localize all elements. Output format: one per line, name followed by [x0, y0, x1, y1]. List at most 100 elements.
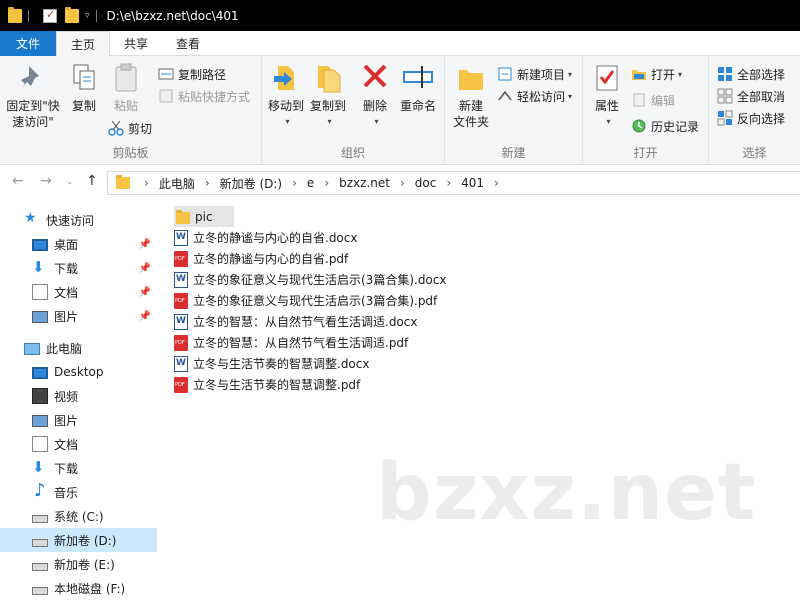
pin-quick-access-button[interactable]: 固定到"快速访问": [4, 62, 62, 130]
breadcrumb-separator[interactable]: ›: [400, 176, 405, 190]
address-row: ← → ⌄ ↑ › 此电脑 › 新加卷 (D:) › e › bzxz.net …: [0, 165, 800, 201]
nav-drive-c[interactable]: 系统 (C:): [0, 504, 157, 528]
nav-drive-d[interactable]: 新加卷 (D:): [0, 528, 157, 552]
back-arrow-icon[interactable]: ←: [12, 173, 24, 189]
select-all-button[interactable]: 全部选择: [717, 64, 785, 84]
breadcrumb-drive-d[interactable]: 新加卷 (D:): [220, 175, 282, 192]
list-item[interactable]: 立冬的智慧：从自然节气看生活调适.docx: [174, 311, 417, 332]
open-group-label: 打开: [633, 146, 658, 160]
nav-pictures[interactable]: 图片: [0, 408, 157, 432]
video-icon: [32, 388, 48, 404]
move-to-button[interactable]: 移动到 ▾: [266, 62, 306, 130]
list-item[interactable]: 立冬与生活节奏的智慧调整.pdf: [174, 374, 360, 395]
breadcrumb-separator[interactable]: ›: [205, 176, 210, 190]
easy-access-button[interactable]: 轻松访问 ▾: [497, 86, 572, 106]
rename-icon: [402, 62, 434, 94]
breadcrumb-this-pc[interactable]: 此电脑: [159, 175, 195, 192]
copy-path-button[interactable]: 复制路径: [158, 64, 226, 84]
list-item[interactable]: 立冬与生活节奏的智慧调整.docx: [174, 353, 369, 374]
breadcrumb-401[interactable]: 401: [461, 176, 484, 190]
tab-share[interactable]: 共享: [110, 31, 162, 56]
nav-quick-downloads[interactable]: 下载 📌: [0, 256, 157, 280]
nav-desktop[interactable]: Desktop: [0, 360, 157, 384]
breadcrumb-separator[interactable]: ›: [144, 176, 149, 190]
nav-quick-pictures[interactable]: 图片 📌: [0, 304, 157, 328]
new-group-label: 新建: [501, 146, 526, 160]
star-icon: [24, 210, 40, 228]
pin-icon: 📌: [138, 310, 151, 322]
properties-button[interactable]: 属性 ▾: [589, 62, 625, 130]
music-icon: [32, 480, 48, 501]
new-folder-button[interactable]: 新建 文件夹: [451, 62, 491, 130]
tab-file[interactable]: 文件: [0, 31, 56, 56]
download-icon: [32, 258, 48, 276]
rename-button[interactable]: 重命名: [396, 62, 440, 114]
address-bar[interactable]: › 此电脑 › 新加卷 (D:) › e › bzxz.net › doc › …: [107, 171, 800, 195]
paste-shortcut-button[interactable]: 粘贴快捷方式: [158, 86, 250, 106]
history-button[interactable]: 历史记录: [631, 116, 699, 136]
open-button[interactable]: 打开 ▾: [631, 64, 682, 84]
nav-this-pc[interactable]: 此电脑: [0, 336, 157, 360]
nav-quick-documents[interactable]: 文档 📌: [0, 280, 157, 304]
list-item[interactable]: 立冬的象征意义与现代生活启示(3篇合集).pdf: [174, 290, 437, 311]
nav-quick-desktop[interactable]: 桌面 📌: [0, 232, 157, 256]
copy-button[interactable]: 复制: [66, 62, 102, 114]
tab-home[interactable]: 主页: [56, 31, 111, 57]
invert-selection-button[interactable]: 反向选择: [717, 108, 785, 128]
select-none-button[interactable]: 全部取消: [717, 86, 785, 106]
list-item[interactable]: 立冬的智慧：从自然节气看生活调适.pdf: [174, 332, 408, 353]
folder-icon: [8, 6, 22, 23]
pictures-icon: [32, 415, 48, 427]
select-all-icon: [717, 66, 733, 82]
list-item[interactable]: 立冬的静谧与内心的自省.docx: [174, 227, 357, 248]
nav-music[interactable]: 音乐: [0, 480, 157, 504]
nav-drive-e[interactable]: 新加卷 (E:): [0, 552, 157, 576]
tab-view[interactable]: 查看: [162, 31, 214, 56]
breadcrumb-separator[interactable]: ›: [446, 176, 451, 190]
title-separator: [95, 9, 97, 22]
nav-documents[interactable]: 文档: [0, 432, 157, 456]
breadcrumb-separator[interactable]: ›: [494, 176, 499, 190]
drive-icon: [32, 587, 48, 595]
recent-locations-icon[interactable]: ⌄: [66, 177, 74, 187]
move-to-icon: [270, 62, 302, 94]
breadcrumb-separator[interactable]: ›: [292, 176, 297, 190]
paste-button[interactable]: 粘贴: [108, 62, 144, 114]
move-to-dropdown-icon: ▾: [285, 117, 290, 126]
nav-drive-f[interactable]: 本地磁盘 (F:): [0, 576, 157, 600]
download-icon: [32, 458, 48, 476]
list-item[interactable]: 立冬的静谧与内心的自省.pdf: [174, 248, 348, 269]
nav-downloads[interactable]: 下载: [0, 456, 157, 480]
delete-button[interactable]: 删除 ▾: [358, 62, 392, 130]
up-arrow-icon[interactable]: ↑: [86, 173, 98, 189]
select-none-icon: [717, 88, 733, 104]
nav-quick-access[interactable]: 快速访问: [0, 208, 157, 232]
copy-to-button[interactable]: 复制到 ▾: [308, 62, 348, 130]
new-item-button[interactable]: 新建项目 ▾: [497, 64, 572, 84]
open-dropdown-icon: ▾: [678, 69, 683, 79]
pin-icon: 📌: [138, 262, 151, 274]
properties-dropdown-icon: ▾: [606, 117, 611, 126]
cut-button[interactable]: 剪切: [108, 118, 152, 138]
clipboard-group: 固定到"快速访问" 复制 粘贴 复制路径 粘贴快捷方式 剪切 剪贴板: [0, 56, 262, 165]
delete-icon: [359, 62, 391, 94]
breadcrumb-e[interactable]: e: [307, 176, 314, 190]
list-item-folder[interactable]: pic: [174, 206, 234, 227]
desktop-icon: [32, 239, 48, 251]
list-item[interactable]: 立冬的象征意义与现代生活启示(3篇合集).docx: [174, 269, 446, 290]
breadcrumb-bzxz[interactable]: bzxz.net: [339, 176, 390, 190]
properties-quick-icon[interactable]: [43, 8, 57, 23]
new-folder-icon: [455, 62, 487, 94]
nav-videos[interactable]: 视频: [0, 384, 157, 408]
edit-button[interactable]: 编辑: [631, 90, 675, 110]
breadcrumb-separator[interactable]: ›: [324, 176, 329, 190]
quick-access-dropdown-icon[interactable]: ▿: [85, 11, 90, 21]
pin-icon: 📌: [138, 238, 151, 250]
pin-icon: [17, 62, 49, 94]
breadcrumb-doc[interactable]: doc: [415, 176, 437, 190]
history-icon: [631, 118, 647, 134]
pdf-document-icon: [174, 292, 188, 309]
forward-arrow-icon[interactable]: →: [40, 173, 52, 189]
new-group: 新建 文件夹 新建项目 ▾ 轻松访问 ▾ 新建: [445, 56, 583, 165]
new-folder-quick-icon[interactable]: [65, 6, 79, 23]
